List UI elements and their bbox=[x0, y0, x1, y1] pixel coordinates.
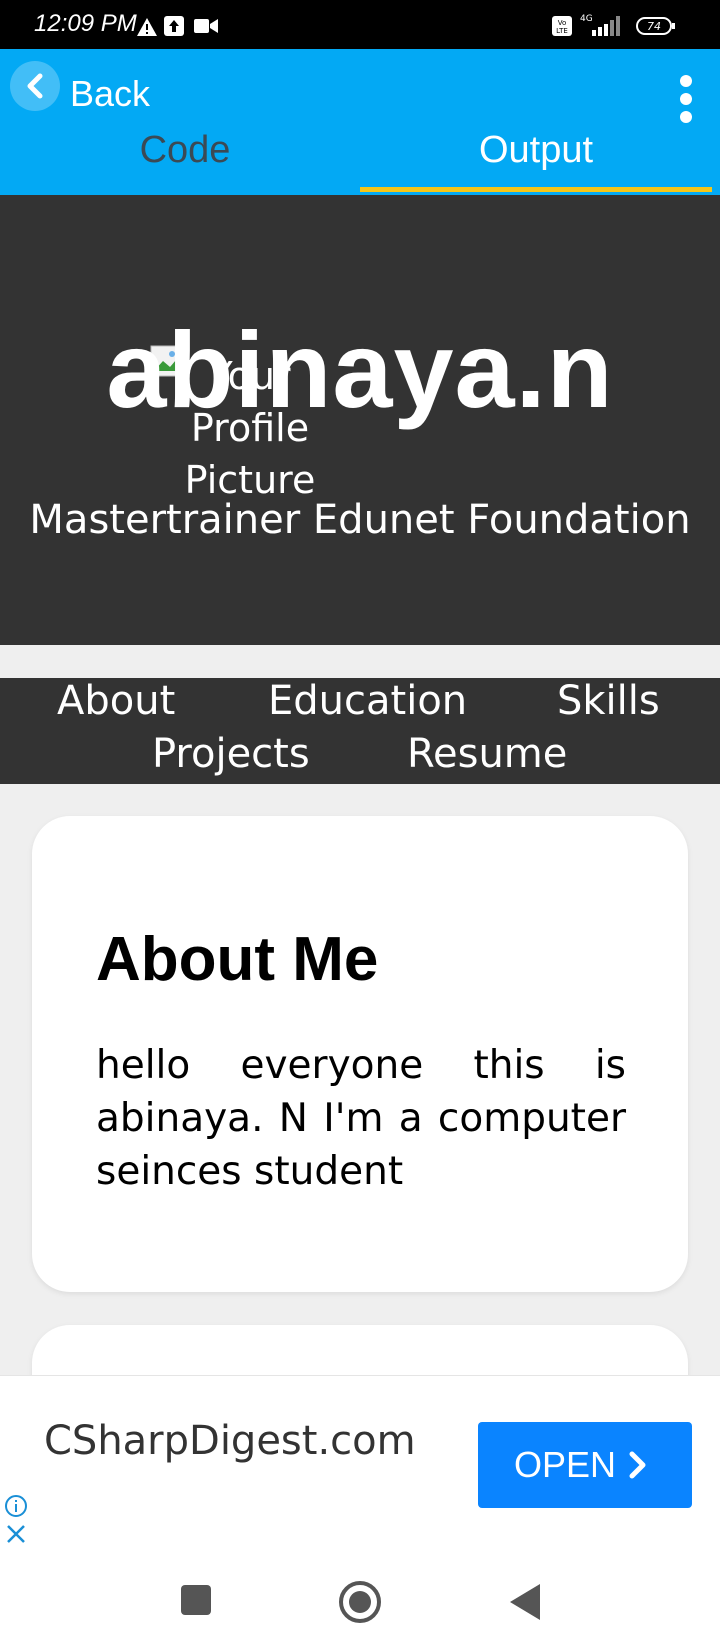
battery-icon: 74 bbox=[636, 17, 675, 35]
nav-item-skills[interactable]: Skills bbox=[557, 678, 660, 724]
nav-item-resume[interactable]: Resume bbox=[407, 731, 567, 777]
chevron-right-icon bbox=[629, 1451, 646, 1479]
volte-icon: VoLTE bbox=[552, 16, 572, 36]
tab-code[interactable]: Code bbox=[80, 129, 290, 172]
ad-banner[interactable]: CSharpDigest.com OPEN bbox=[0, 1375, 720, 1555]
about-body: hello everyone this is abinaya. N I'm a … bbox=[96, 1043, 626, 1194]
back-button[interactable] bbox=[10, 61, 60, 111]
ad-info-icon[interactable] bbox=[4, 1494, 28, 1518]
back-nav-icon[interactable] bbox=[506, 1582, 542, 1622]
chevron-left-icon bbox=[27, 73, 43, 99]
profile-subtitle: Mastertrainer Edunet Foundation bbox=[29, 497, 691, 543]
nav-item-about[interactable]: About bbox=[57, 678, 175, 724]
tab-output[interactable]: Output bbox=[360, 129, 712, 172]
app-bar: Back Code Output bbox=[0, 49, 720, 195]
profile-header: Your Profile Picture abinaya.n Mastertra… bbox=[0, 195, 720, 645]
ad-close-icon[interactable] bbox=[4, 1522, 28, 1546]
svg-text:LTE: LTE bbox=[556, 27, 568, 35]
svg-text:Vo: Vo bbox=[558, 19, 567, 27]
ad-site-name[interactable]: CSharpDigest.com bbox=[44, 1418, 416, 1464]
warning-icon bbox=[137, 18, 157, 36]
status-bar: 12:09 PM Vo LTE 4G 74 bbox=[0, 0, 720, 49]
upload-icon bbox=[164, 16, 184, 36]
nav-item-education[interactable]: Education bbox=[268, 678, 467, 724]
ad-open-label: OPEN bbox=[514, 1444, 617, 1485]
ad-open-button[interactable]: OPEN bbox=[478, 1422, 692, 1508]
signal-4g-icon: 4G bbox=[580, 14, 620, 36]
svg-text:4G: 4G bbox=[580, 14, 593, 24]
about-card: About Me hello everyone this is abinaya.… bbox=[32, 816, 688, 1292]
home-icon[interactable] bbox=[338, 1580, 382, 1624]
profile-name: abinaya.n bbox=[106, 309, 614, 430]
nav-item-projects[interactable]: Projects bbox=[152, 731, 310, 777]
back-label[interactable]: Back bbox=[70, 73, 150, 115]
video-camera-icon bbox=[194, 19, 218, 33]
svg-text:74: 74 bbox=[647, 20, 661, 33]
status-time: 12:09 PM bbox=[34, 10, 137, 37]
more-options-icon[interactable] bbox=[676, 73, 696, 125]
recents-icon[interactable] bbox=[180, 1584, 212, 1616]
active-tab-indicator bbox=[360, 187, 712, 192]
system-nav-bar bbox=[0, 1554, 720, 1650]
about-title: About Me bbox=[96, 925, 379, 994]
section-nav: About Education Skills Projects Resume bbox=[0, 678, 720, 784]
